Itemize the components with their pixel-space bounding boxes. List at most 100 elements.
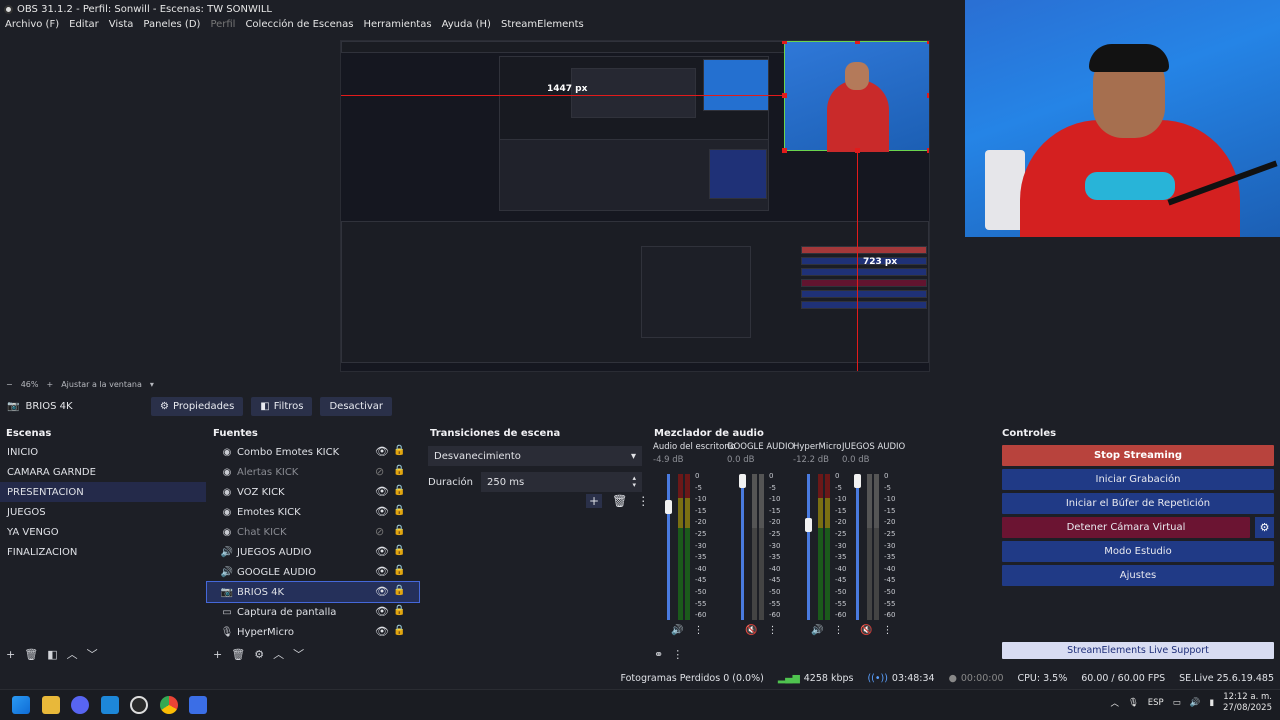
scene-item[interactable]: INICIO xyxy=(0,442,206,462)
more-options-icon[interactable]: ⋮ xyxy=(882,625,892,636)
volume-fader-track[interactable] xyxy=(807,474,810,620)
lock-icon[interactable]: 🔒 xyxy=(393,465,405,476)
filter-icon[interactable]: ◧ xyxy=(47,648,57,661)
eye-hidden-icon[interactable]: ⊘ xyxy=(375,465,384,478)
resize-handle[interactable] xyxy=(927,41,929,44)
eye-icon[interactable]: 👁 xyxy=(375,545,389,558)
gear-icon[interactable]: ⚙ xyxy=(254,648,264,661)
clock[interactable]: 12:12 a. m. 27/08/2025 xyxy=(1223,692,1272,714)
streamelements-support-button[interactable]: StreamElements Live Support xyxy=(1002,642,1274,659)
scene-item[interactable]: JUEGOS xyxy=(0,502,206,522)
deactivate-button[interactable]: Desactivar xyxy=(320,397,393,416)
menu-vista[interactable]: Vista xyxy=(109,19,134,30)
volume-fader-knob[interactable] xyxy=(665,500,672,514)
app-icon[interactable] xyxy=(101,696,119,714)
move-up-button[interactable]: ︿ xyxy=(67,646,78,662)
mixer-settings-icon[interactable]: ⚭ xyxy=(654,648,663,661)
source-item[interactable]: 🔊 JUEGOS AUDIO 👁 🔒 xyxy=(207,542,419,562)
muted-speaker-icon[interactable]: 🔇 xyxy=(860,625,872,636)
lock-icon[interactable]: 🔒 xyxy=(393,565,405,576)
more-options-icon[interactable]: ⋮ xyxy=(693,625,703,636)
source-item[interactable]: 📷 BRIOS 4K 👁 🔒 xyxy=(206,581,420,603)
lock-icon[interactable]: 🔒 xyxy=(393,605,405,616)
obs-icon[interactable] xyxy=(130,696,148,714)
resize-handle[interactable] xyxy=(855,148,860,153)
network-icon[interactable]: ▭ xyxy=(1173,698,1181,708)
volume-fader-track[interactable] xyxy=(667,474,670,620)
volume-fader-track[interactable] xyxy=(856,474,859,620)
source-item[interactable]: ◉ Chat KICK ⊘ 🔒 xyxy=(207,522,419,542)
start-recording-button[interactable]: Iniciar Grabación xyxy=(1002,469,1274,490)
studio-mode-button[interactable]: Modo Estudio xyxy=(1002,541,1274,562)
menu-paneles[interactable]: Paneles (D) xyxy=(143,19,200,30)
trash-icon[interactable]: 🗑 xyxy=(24,648,38,661)
resize-handle[interactable] xyxy=(927,93,929,98)
lock-icon[interactable]: 🔒 xyxy=(393,485,405,496)
source-item[interactable]: ◉ Alertas KICK ⊘ 🔒 xyxy=(207,462,419,482)
eye-icon[interactable]: 👁 xyxy=(375,605,389,618)
scene-item[interactable]: CAMARA GARNDE xyxy=(0,462,206,482)
chrome-icon[interactable] xyxy=(160,696,178,714)
speaker-icon[interactable]: 🔊 xyxy=(671,625,683,636)
volume-fader-track[interactable] xyxy=(741,474,744,620)
more-options-icon[interactable]: ⋮ xyxy=(672,648,683,661)
muted-speaker-icon[interactable]: 🔇 xyxy=(745,625,757,636)
lock-icon[interactable]: 🔒 xyxy=(393,445,405,456)
chevron-up-icon[interactable]: ︿ xyxy=(1110,697,1119,709)
trash-icon[interactable]: 🗑 xyxy=(612,494,627,508)
menu-perfil[interactable]: Perfil xyxy=(210,19,235,30)
lock-icon[interactable]: 🔒 xyxy=(393,525,405,536)
lock-icon[interactable]: 🔒 xyxy=(393,505,405,516)
volume-fader-knob[interactable] xyxy=(854,474,861,488)
resize-handle[interactable] xyxy=(782,41,787,44)
replay-buffer-button[interactable]: Iniciar el Búfer de Repetición xyxy=(1002,493,1274,514)
microphone-icon[interactable]: 🎙 xyxy=(1128,698,1139,708)
menu-herramientas[interactable]: Herramientas xyxy=(363,19,431,30)
file-explorer-icon[interactable] xyxy=(42,696,60,714)
chevron-down-icon[interactable]: ▾ xyxy=(150,380,154,389)
move-down-button[interactable]: ﹀ xyxy=(87,646,98,662)
menu-ayuda[interactable]: Ayuda (H) xyxy=(442,19,491,30)
volume-icon[interactable]: 🔊 xyxy=(1190,698,1201,708)
scene-item[interactable]: FINALIZACION xyxy=(0,542,206,562)
menu-streamelements[interactable]: StreamElements xyxy=(501,19,584,30)
resize-handle[interactable] xyxy=(927,148,929,153)
windows-start-icon[interactable] xyxy=(12,696,30,714)
source-item[interactable]: ◉ VOZ KICK 👁 🔒 xyxy=(207,482,419,502)
add-scene-button[interactable]: + xyxy=(6,648,15,661)
transition-select[interactable]: Desvanecimiento ▾ xyxy=(428,446,642,466)
volume-fader-knob[interactable] xyxy=(805,518,812,532)
duration-input[interactable]: 250 ms ▴ ▾ xyxy=(481,472,642,492)
trash-icon[interactable]: 🗑 xyxy=(231,648,245,661)
menu-coleccion[interactable]: Colección de Escenas xyxy=(245,19,353,30)
preview-canvas[interactable]: 1447 px 723 px xyxy=(340,40,930,372)
app-icon[interactable] xyxy=(189,696,207,714)
properties-button[interactable]: ⚙ Propiedades xyxy=(151,397,244,416)
source-item[interactable]: ◉ Emotes KICK 👁 🔒 xyxy=(207,502,419,522)
eye-icon[interactable]: 👁 xyxy=(375,585,389,598)
filters-button[interactable]: ◧ Filtros xyxy=(251,397,313,416)
lock-icon[interactable]: 🔒 xyxy=(393,585,405,596)
menu-archivo[interactable]: Archivo (F) xyxy=(5,19,59,30)
eye-icon[interactable]: 👁 xyxy=(375,485,389,498)
virtual-cam-settings-button[interactable]: ⚙ xyxy=(1255,517,1274,538)
settings-button[interactable]: Ajustes xyxy=(1002,565,1274,586)
source-item[interactable]: 🎙 HyperMicro 👁 🔒 xyxy=(207,622,419,642)
resize-handle[interactable] xyxy=(782,148,787,153)
lock-icon[interactable]: 🔒 xyxy=(393,625,405,636)
zoom-out-button[interactable]: − xyxy=(6,380,13,389)
resize-handle[interactable] xyxy=(855,41,860,44)
move-up-button[interactable]: ︿ xyxy=(273,646,284,662)
eye-hidden-icon[interactable]: ⊘ xyxy=(375,525,384,538)
discord-icon[interactable] xyxy=(71,696,89,714)
source-item[interactable]: 🔊 GOOGLE AUDIO 👁 🔒 xyxy=(207,562,419,582)
eye-icon[interactable]: 👁 xyxy=(375,565,389,578)
eye-icon[interactable]: 👁 xyxy=(375,445,389,458)
add-source-button[interactable]: + xyxy=(213,648,222,661)
move-down-button[interactable]: ﹀ xyxy=(293,646,304,662)
eye-icon[interactable]: 👁 xyxy=(375,625,389,638)
volume-fader-knob[interactable] xyxy=(739,474,746,488)
battery-icon[interactable]: ▮ xyxy=(1209,698,1214,708)
resize-handle[interactable] xyxy=(782,93,787,98)
stop-virtual-cam-button[interactable]: Detener Cámara Virtual xyxy=(1002,517,1250,538)
